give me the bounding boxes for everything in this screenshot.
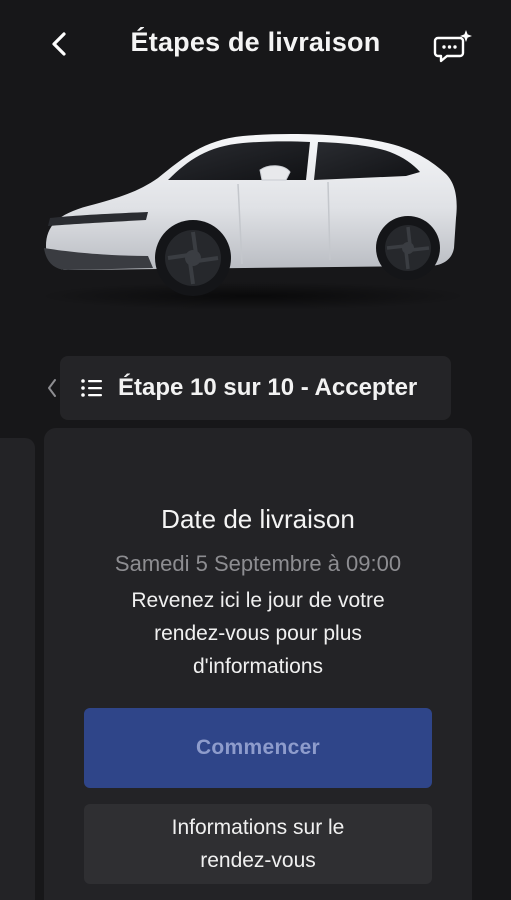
card-title: Date de livraison — [161, 504, 355, 534]
previous-step-button[interactable] — [44, 373, 60, 403]
back-button[interactable] — [40, 24, 80, 64]
start-button[interactable]: Commencer — [84, 708, 432, 788]
chat-button[interactable] — [433, 26, 473, 66]
chat-sparkle-icon — [433, 30, 472, 63]
card-message: Revenez ici le jour de votre rendez-vous… — [131, 589, 385, 678]
delivery-date-card: Date de livraison Samedi 5 Septembre à 0… — [44, 428, 472, 900]
page-title: Étapes de livraison — [130, 27, 381, 57]
delivery-date: Samedi 5 Septembre à 09:00 — [114, 551, 402, 576]
vehicle-image — [28, 118, 468, 318]
chevron-left-icon — [48, 379, 56, 397]
chevron-left-icon — [52, 32, 66, 56]
list-icon — [80, 376, 104, 400]
previous-step-card[interactable] — [0, 438, 35, 900]
header: Étapes de livraison — [0, 0, 511, 90]
step-label: Étape 10 sur 10 - Accepter — [118, 374, 418, 401]
delivery-steps-screen: Étapes de livraison Étape 10 sur 10 - Ac… — [0, 0, 511, 900]
appointment-info-button[interactable]: Informations sur le rendez-vous — [84, 804, 432, 884]
step-selector[interactable]: Étape 10 sur 10 - Accepter — [60, 356, 451, 420]
